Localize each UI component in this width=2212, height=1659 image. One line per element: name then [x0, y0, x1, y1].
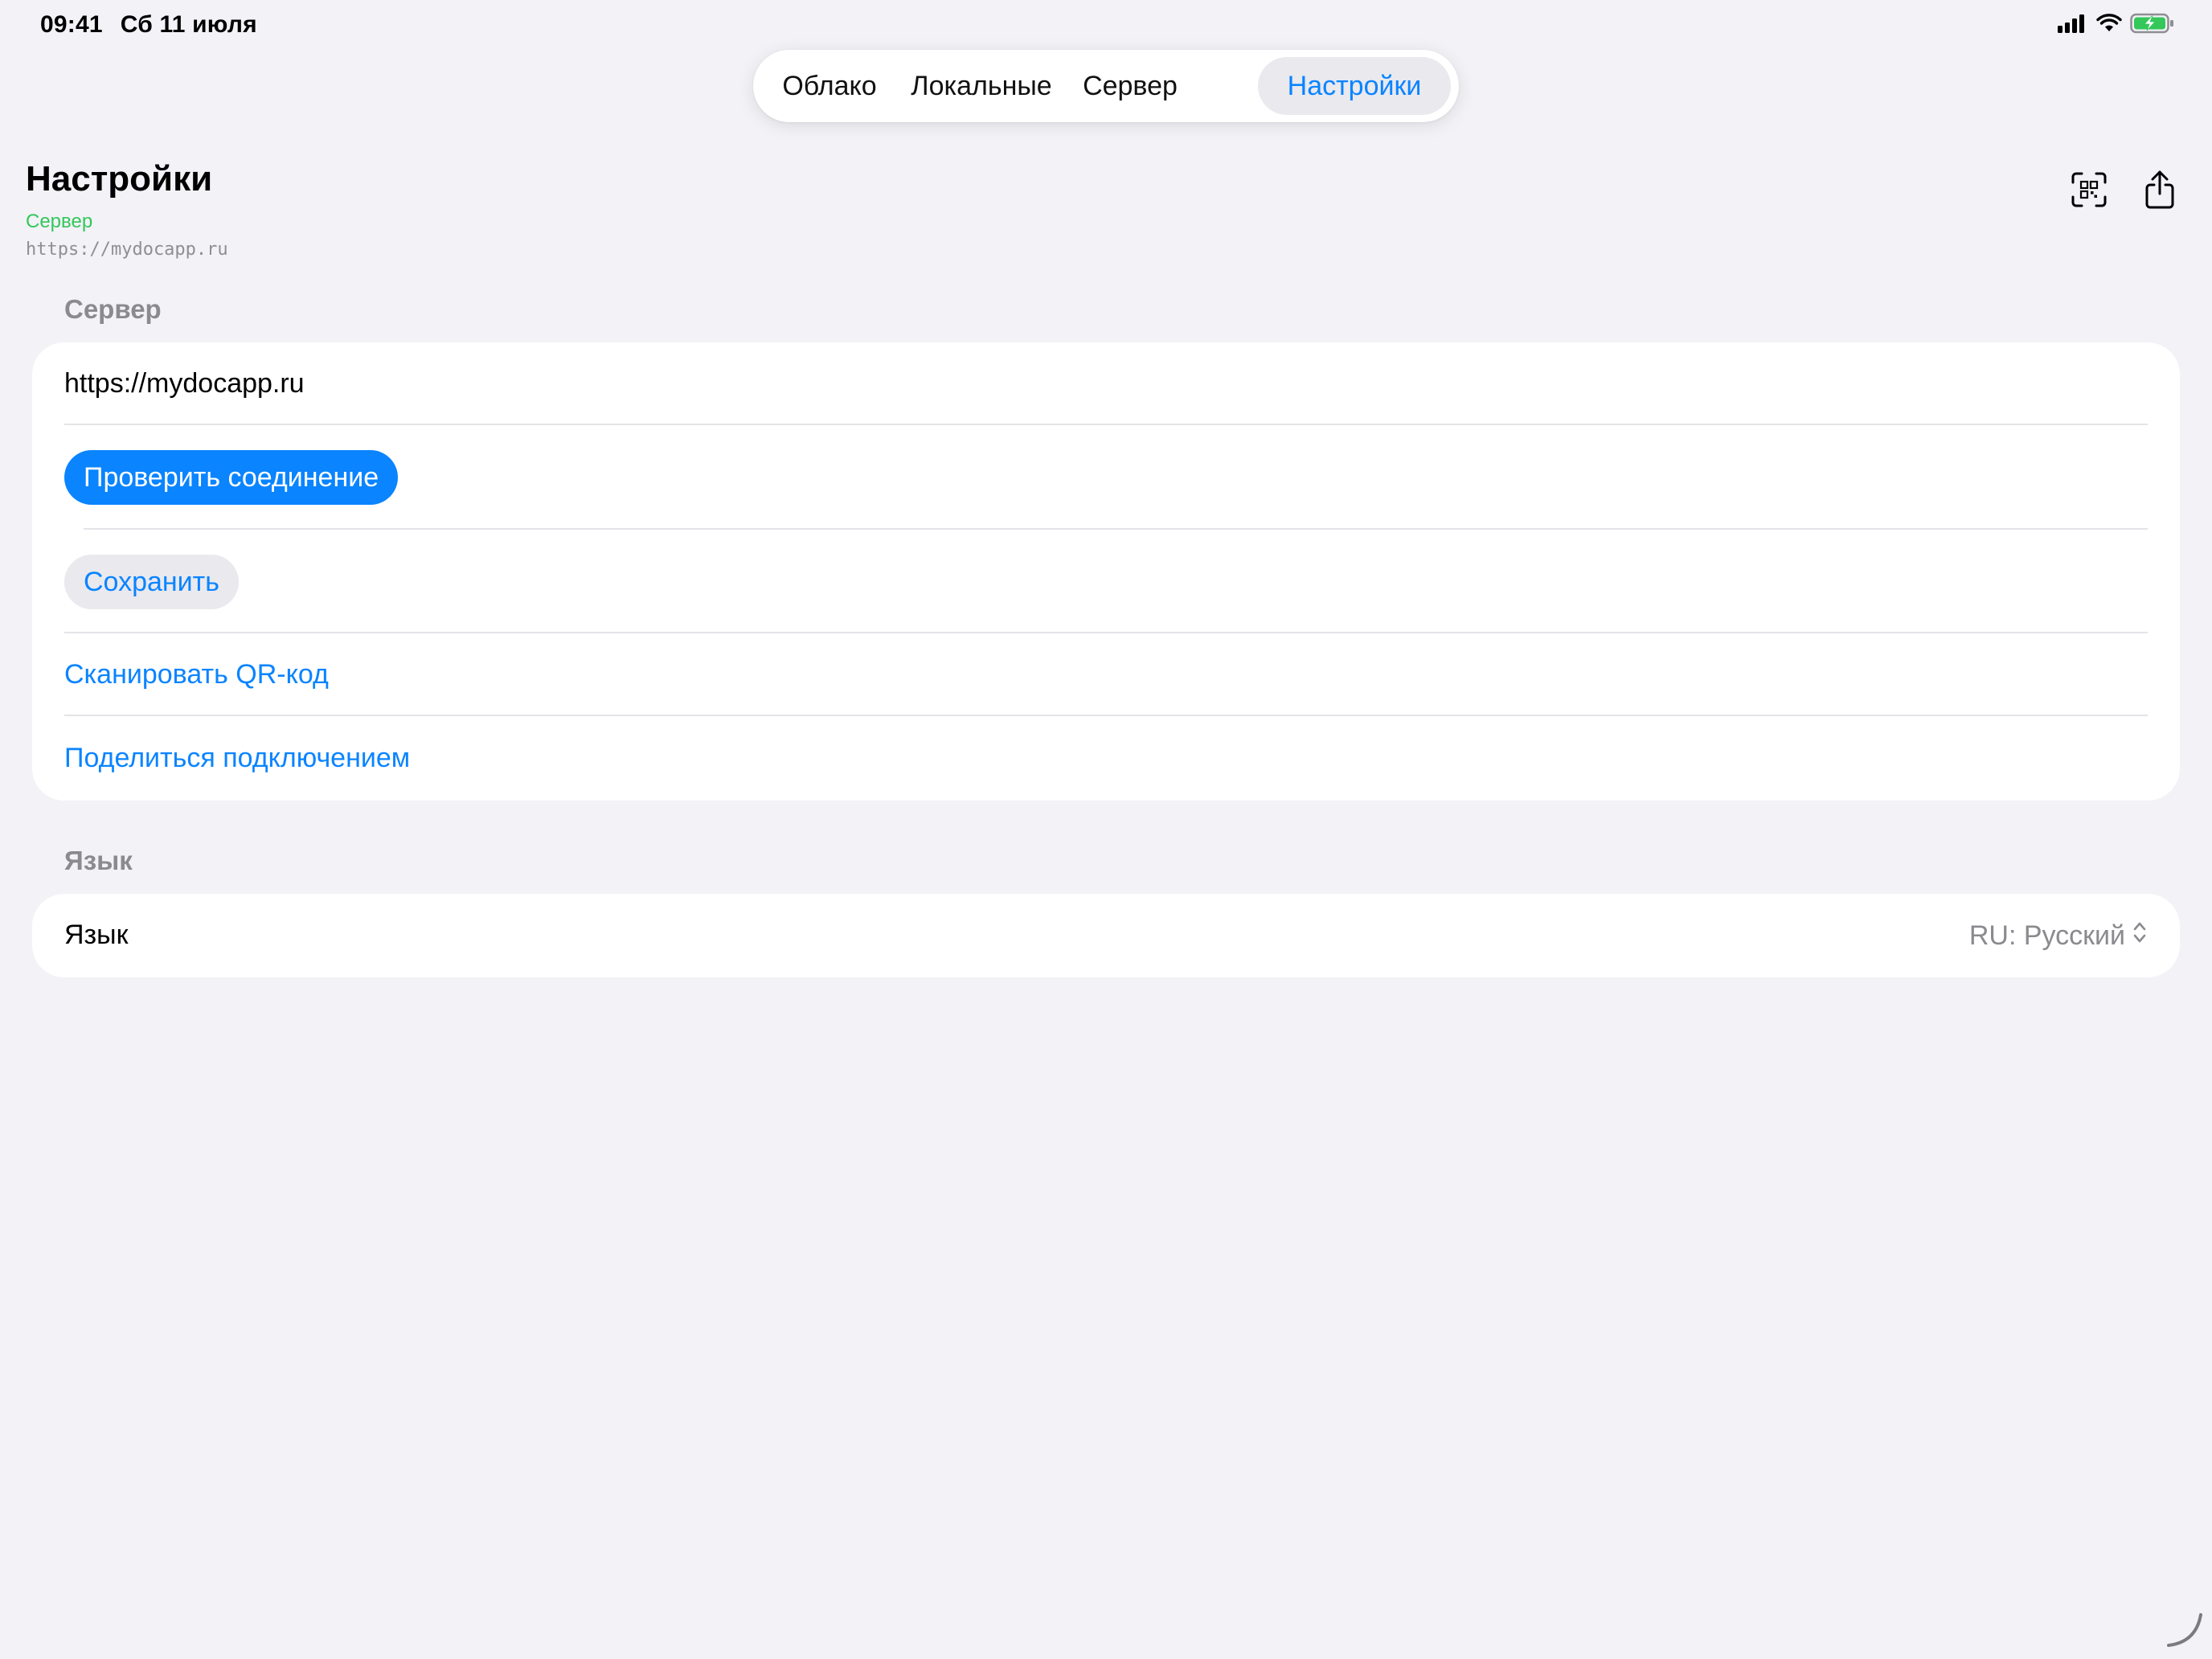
status-date: Сб 11 июля: [120, 11, 257, 38]
tab-cloud[interactable]: Облако: [769, 57, 890, 115]
divider: [64, 632, 2148, 633]
wifi-icon: [2096, 14, 2122, 37]
divider: [64, 715, 2148, 716]
status-datetime: 09:41 Сб 11 июля: [40, 11, 275, 39]
status-indicators: [2058, 13, 2175, 38]
divider: [84, 528, 2148, 530]
tab-local[interactable]: Локальные: [901, 57, 1062, 115]
cellular-signal-icon: [2058, 14, 2088, 37]
divider: [64, 424, 2148, 425]
top-tab-bar: Облако Локальные Сервер Настройки: [753, 50, 1459, 122]
language-settings-card: Язык RU: Русский: [32, 894, 2180, 977]
section-label-server: Сервер: [64, 294, 162, 324]
chevron-up-down-icon: [2132, 920, 2148, 952]
server-url-field[interactable]: https://mydocapp.ru: [64, 368, 305, 399]
tab-settings[interactable]: Настройки: [1258, 57, 1451, 115]
language-picker-value: RU: Русский: [1968, 920, 2125, 951]
share-icon: [2144, 170, 2176, 214]
status-bar: 09:41 Сб 11 июля: [0, 0, 2212, 51]
scan-qr-link[interactable]: Сканировать QR-код: [64, 659, 329, 690]
language-picker[interactable]: RU: Русский: [1969, 920, 2148, 952]
scan-qr-button[interactable]: [2063, 166, 2115, 217]
save-button[interactable]: Сохранить: [64, 555, 239, 609]
language-row-label: Язык: [64, 920, 129, 950]
header-server-url: https://mydocapp.ru: [26, 240, 228, 260]
qr-scan-icon: [2071, 171, 2108, 212]
connection-status: Сервер: [26, 211, 93, 232]
server-settings-card: https://mydocapp.ru Проверить соединение…: [32, 342, 2180, 801]
tab-server[interactable]: Сервер: [1071, 57, 1189, 115]
share-button[interactable]: [2134, 166, 2185, 217]
check-connection-button[interactable]: Проверить соединение: [64, 450, 399, 505]
status-time: 09:41: [40, 11, 103, 38]
share-connection-link[interactable]: Поделиться подключением: [64, 743, 410, 774]
home-indicator: [2165, 1610, 2206, 1653]
page-title: Настройки: [26, 159, 213, 199]
battery-charging-icon: [2130, 13, 2175, 38]
section-label-language: Язык: [64, 846, 133, 875]
